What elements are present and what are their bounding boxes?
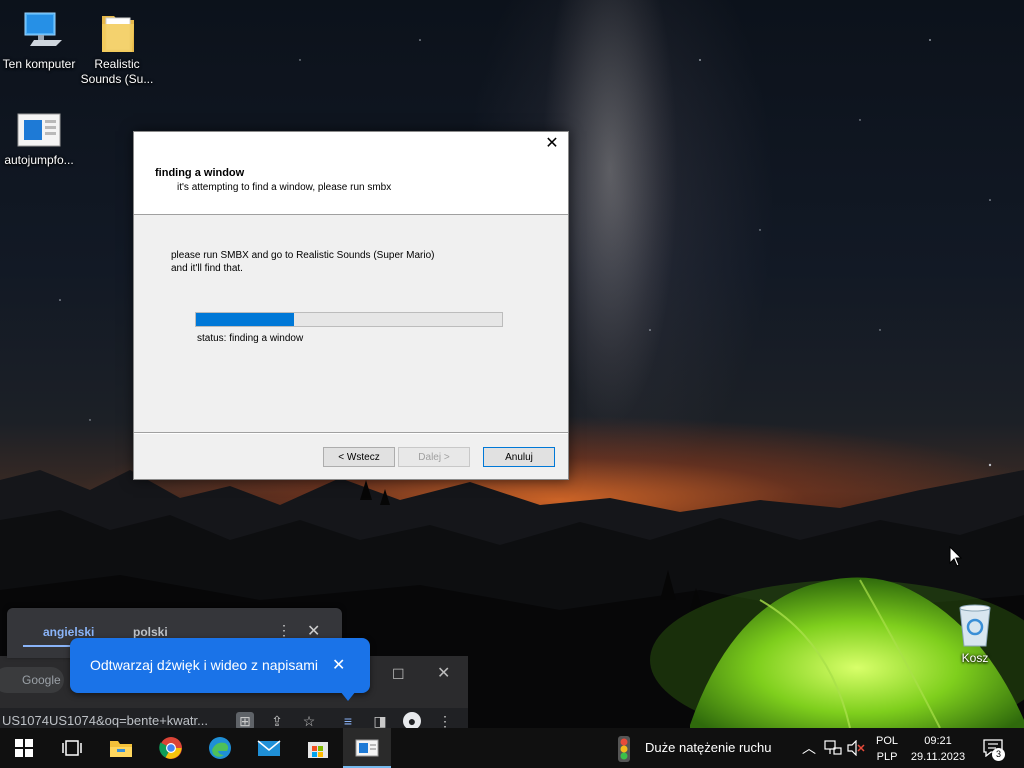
- wizard-taskbar-button[interactable]: [343, 728, 391, 768]
- wizard-app-icon: [355, 739, 379, 757]
- mail-icon: [257, 740, 281, 756]
- close-icon[interactable]: ✕: [536, 132, 568, 156]
- traffic-status-text[interactable]: Duże natężenie ruchu: [645, 740, 771, 755]
- task-view-icon: [62, 740, 82, 756]
- toast-text: Odtwarzaj dźwięk i wideo z napisami: [90, 657, 318, 673]
- desktop-icon-realistic-sounds[interactable]: Realistic Sounds (Su...: [78, 10, 156, 87]
- volume-muted-icon[interactable]: [847, 740, 865, 756]
- desktop-icon-recycle-bin[interactable]: Kosz: [936, 602, 1014, 666]
- toast-pointer: [340, 691, 356, 701]
- task-view-button[interactable]: [48, 728, 96, 768]
- edge-button[interactable]: [196, 728, 244, 768]
- dialog-header: finding a window it's attempting to find…: [134, 156, 568, 215]
- toast-close-icon[interactable]: ✕: [332, 655, 345, 675]
- progress-bar: [195, 312, 503, 327]
- desktop-icon-label: autojumpfo...: [4, 153, 74, 167]
- more-options-icon[interactable]: ⋮: [277, 622, 291, 639]
- store-icon: [308, 742, 328, 758]
- chrome-button[interactable]: [147, 728, 195, 768]
- keyboard-layout-code: PLP: [876, 751, 898, 763]
- recycle-bin-icon: [959, 604, 991, 647]
- computer-icon: [24, 12, 62, 46]
- clock[interactable]: 09:21 29.11.2023: [903, 733, 973, 765]
- status-text: status: finding a window: [197, 333, 304, 344]
- maximize-icon[interactable]: ☐: [392, 666, 405, 683]
- app-window-icon: [17, 113, 61, 147]
- progress-fill: [196, 313, 294, 326]
- language-code: POL: [876, 735, 899, 747]
- folder-icon: [102, 16, 134, 52]
- file-explorer-icon: [110, 741, 132, 757]
- dialog-message: please run SMBX and go to Realistic Soun…: [171, 249, 491, 275]
- dialog-titlebar[interactable]: [134, 132, 568, 156]
- live-caption-toast: Odtwarzaj dźwięk i wideo z napisami ✕: [70, 638, 370, 701]
- file-explorer-button[interactable]: [97, 728, 145, 768]
- browser-close-icon[interactable]: ✕: [437, 663, 450, 683]
- desktop-icon-autojump[interactable]: autojumpfo...: [0, 110, 78, 168]
- show-hidden-icons-icon[interactable]: ︿: [802, 738, 816, 758]
- store-button[interactable]: [294, 728, 342, 768]
- next-button[interactable]: Dalej >: [398, 447, 470, 467]
- dialog-title: finding a window: [155, 167, 245, 179]
- start-button[interactable]: [0, 728, 48, 768]
- desktop-icon-label: Realistic Sounds (Su...: [80, 57, 154, 86]
- desktop-icon-label: Ten komputer: [2, 57, 76, 71]
- back-button[interactable]: < Wstecz: [323, 447, 395, 467]
- tab-target-language[interactable]: polski: [133, 625, 168, 639]
- dialog-separator: [134, 432, 568, 434]
- chrome-icon: [159, 737, 182, 759]
- notification-count-badge: 3: [992, 748, 1005, 761]
- start-icon: [15, 739, 33, 757]
- mail-button[interactable]: [245, 728, 293, 768]
- wizard-dialog: ✕ finding a window it's attempting to fi…: [133, 131, 569, 480]
- cancel-button[interactable]: Anuluj: [483, 447, 555, 467]
- dialog-message-line: please run SMBX and go to Realistic Soun…: [171, 250, 435, 261]
- network-icon[interactable]: [824, 740, 842, 756]
- desktop-icon-label: Kosz: [961, 651, 989, 665]
- desktop-icon-this-pc[interactable]: Ten komputer: [0, 10, 78, 72]
- clock-date: 29.11.2023: [910, 751, 966, 763]
- search-input[interactable]: Google: [0, 667, 64, 693]
- traffic-light-icon[interactable]: [614, 736, 634, 762]
- address-text[interactable]: US1074US1074&oq=bente+kwatr...: [2, 713, 208, 728]
- dialog-subtitle: it's attempting to find a window, please…: [177, 182, 392, 193]
- mouse-cursor-icon: [949, 546, 963, 567]
- dialog-message-line: and it'll find that.: [171, 263, 243, 274]
- input-language-indicator[interactable]: POL PLP: [876, 733, 898, 765]
- tab-source-language[interactable]: angielski: [43, 625, 94, 639]
- clock-time: 09:21: [924, 735, 952, 747]
- edge-icon: [209, 737, 231, 759]
